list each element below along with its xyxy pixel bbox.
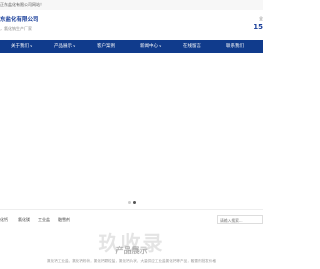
quick-link[interactable]: 化钙 [0,216,8,223]
nav-item-label: 在线留言 [183,44,201,49]
nav-item-label: 新闻中心 [140,44,158,49]
nav-item-label: 联系我们 [226,44,244,49]
nav-item-label: 关于我们 [11,44,29,49]
page: 正东盐化有限公司网站！ 东盐化有限公司 ，氯化钠生产厂家 全 15 关于我们∨ … [0,0,263,269]
main-nav: 关于我们∨ 产品展示∨ 客户案例 新闻中心∨ 在线留言 联系我们 [0,40,263,53]
section-subtitle: 氯化钙工业盐，氯化钙粉状，氯化钙颗粒盐，氯化钙片状，大量供应工业盐氯化钙等产品，… [47,259,216,263]
nav-item-contact[interactable]: 联系我们 [226,40,244,53]
quick-link[interactable]: 氯化镁 [18,216,30,223]
header: 东盐化有限公司 ，氯化钠生产厂家 全 15 [0,10,263,40]
nav-item-cases[interactable]: 客户案例 [97,40,115,53]
quick-link[interactable]: 融雪剂 [58,216,70,223]
quick-links-bar: 化钙 氯化镁 工业盐 融雪剂 [0,209,263,228]
nav-item-label: 产品展示 [54,44,72,49]
hotline-label: 全 [259,16,263,21]
company-slogan: ，氯化钠生产厂家 [0,26,32,31]
nav-item-message[interactable]: 在线留言 [183,40,201,53]
nav-item-products[interactable]: 产品展示∨ [54,40,76,53]
search-box [217,215,263,224]
hotline-number: 15 [253,23,263,31]
chevron-down-icon: ∨ [159,44,162,48]
section-title: 产品展示 [115,246,148,255]
carousel-dot-1[interactable] [128,201,131,204]
nav-item-label: 客户案例 [97,44,115,49]
welcome-text: 正东盐化有限公司网站！ [0,2,44,7]
company-name[interactable]: 东盐化有限公司 [0,16,39,24]
nav-item-news[interactable]: 新闻中心∨ [140,40,162,53]
products-section: 玖收录 产品展示 氯化钙工业盐，氯化钙粉状，氯化钙颗粒盐，氯化钙片状，大量供应工… [0,228,263,269]
top-bar: 正东盐化有限公司网站！ [0,0,263,10]
nav-item-about[interactable]: 关于我们∨ [11,40,33,53]
quick-link[interactable]: 工业盐 [38,216,50,223]
banner-carousel[interactable] [0,53,263,209]
chevron-down-icon: ∨ [30,44,33,48]
carousel-dot-2[interactable] [133,201,136,204]
search-input[interactable] [220,217,262,223]
chevron-down-icon: ∨ [73,44,76,48]
